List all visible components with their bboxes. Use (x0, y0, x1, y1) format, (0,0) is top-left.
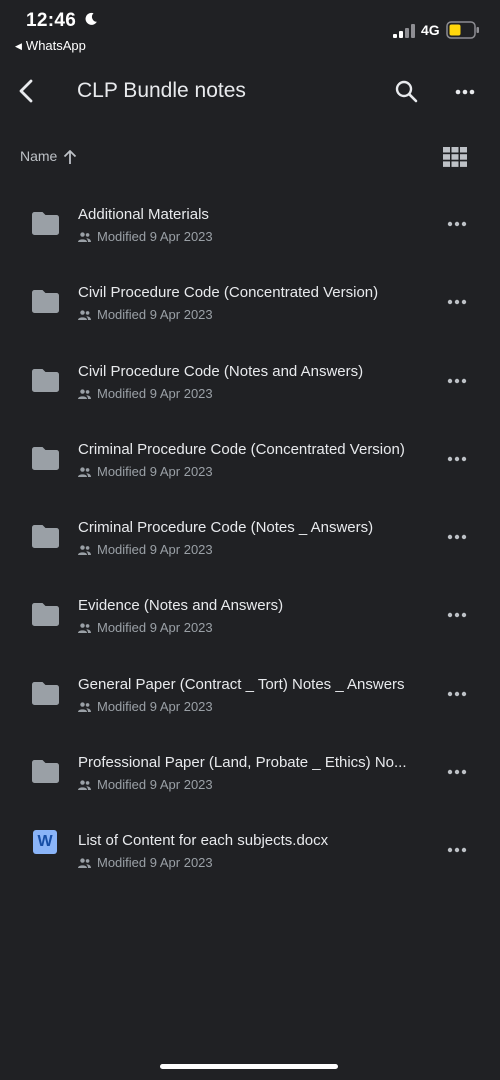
status-bar: 12:46 ◀ WhatsApp 4G (0, 0, 500, 58)
search-icon (395, 80, 418, 103)
folder-row[interactable]: Evidence (Notes and Answers) Modified 9 A… (0, 577, 500, 655)
sort-row: Name (0, 140, 500, 174)
file-modified-date: Modified 9 Apr 2023 (97, 385, 213, 401)
grid-view-button[interactable] (443, 147, 467, 167)
file-name: Criminal Procedure Code (Concentrated Ve… (78, 440, 405, 458)
file-modified-date: Modified 9 Apr 2023 (97, 463, 213, 479)
more-horizontal-icon (447, 378, 467, 383)
file-name: Professional Paper (Land, Probate _ Ethi… (78, 754, 407, 772)
file-modified-date: Modified 9 Apr 2023 (97, 229, 213, 244)
more-horizontal-icon (447, 300, 467, 305)
folder-icon (32, 368, 59, 392)
file-more-button[interactable] (443, 603, 471, 627)
folder-row[interactable]: Criminal Procedure Code (Concentrated Ve… (0, 421, 500, 499)
file-more-button[interactable] (443, 838, 471, 862)
shared-icon (78, 310, 91, 321)
file-name: Criminal Procedure Code (Notes _ Answers… (78, 519, 374, 537)
file-modified-date: Modified 9 Apr 2023 (97, 855, 213, 871)
file-modified-date: Modified 9 Apr 2023 (97, 698, 213, 714)
folder-row[interactable]: Criminal Procedure Code (Notes _ Answers… (0, 499, 500, 577)
file-more-button[interactable] (443, 369, 471, 393)
status-time: 12:46 (26, 10, 77, 31)
file-more-button[interactable] (443, 447, 471, 471)
home-indicator[interactable] (160, 1064, 338, 1069)
back-triangle-icon: ◀ (15, 41, 22, 51)
more-horizontal-icon (447, 691, 467, 696)
folder-row[interactable]: Civil Procedure Code (Notes and Answers)… (0, 343, 500, 421)
shared-icon (78, 545, 91, 556)
file-modified-date: Modified 9 Apr 2023 (97, 307, 213, 323)
folder-row[interactable]: Professional Paper (Land, Probate _ Ethi… (0, 734, 500, 812)
shared-icon (78, 388, 91, 399)
file-name: Civil Procedure Code (Notes and Answers) (78, 362, 364, 380)
shared-icon (78, 467, 91, 477)
grid-view-icon (443, 147, 467, 167)
file-name: List of Content for each subjects.docx (78, 832, 329, 850)
folder-row[interactable]: Additional Materials Modified 9 Apr 2023 (0, 186, 500, 264)
file-name: Evidence (Notes and Answers) (78, 597, 284, 615)
moon-icon (85, 12, 97, 25)
file-name: General Paper (Contract _ Tort) Notes _ … (78, 675, 405, 693)
more-horizontal-icon (447, 221, 467, 227)
more-horizontal-icon (447, 848, 467, 853)
signal-icon (393, 24, 415, 38)
file-more-button[interactable] (443, 525, 471, 549)
battery-icon (446, 21, 479, 39)
folder-icon (32, 212, 59, 235)
shared-icon (78, 702, 91, 712)
file-name: Civil Procedure Code (Concentrated Versi… (78, 284, 379, 302)
file-more-button[interactable] (443, 682, 471, 706)
file-more-button[interactable] (443, 290, 471, 314)
more-horizontal-icon (455, 89, 475, 95)
arrow-up-icon[interactable] (62, 148, 78, 166)
file-modified-date: Modified 9 Apr 2023 (97, 620, 213, 636)
file-modified-date: Modified 9 Apr 2023 (97, 777, 213, 793)
more-horizontal-icon (447, 613, 467, 618)
shared-icon (78, 623, 91, 634)
file-list: Additional Materials Modified 9 Apr 2023 C… (0, 186, 500, 891)
shared-icon (78, 780, 91, 791)
shared-icon (78, 858, 91, 869)
file-row[interactable]: W List of Content for each subjects.docx M… (0, 812, 500, 890)
more-horizontal-icon (447, 456, 467, 462)
folder-icon (32, 525, 59, 549)
shared-icon (78, 232, 91, 242)
file-name: Additional Materials (78, 206, 209, 223)
file-more-button[interactable] (443, 760, 471, 784)
back-to-app-link[interactable]: ◀ WhatsApp (15, 38, 86, 53)
folder-row[interactable]: Civil Procedure Code (Concentrated Versi… (0, 264, 500, 342)
more-options-button[interactable] (448, 75, 482, 109)
folder-icon (32, 760, 59, 784)
file-more-button[interactable] (443, 212, 471, 236)
folder-icon (32, 603, 59, 627)
search-button[interactable] (390, 75, 424, 109)
back-app-label: WhatsApp (25, 38, 86, 53)
folder-row[interactable]: General Paper (Contract _ Tort) Notes _ … (0, 656, 500, 734)
sort-by-name-button[interactable]: Name (20, 148, 57, 164)
network-type: 4G (421, 22, 440, 38)
more-horizontal-icon (447, 534, 467, 540)
back-button[interactable] (10, 74, 44, 108)
word-doc-icon: W (33, 830, 57, 855)
folder-icon (32, 681, 59, 705)
folder-icon (32, 446, 59, 470)
more-horizontal-icon (447, 769, 467, 775)
page-title: CLP Bundle notes (77, 79, 246, 102)
file-modified-date: Modified 9 Apr 2023 (97, 542, 213, 558)
app-bar: CLP Bundle notes (0, 62, 500, 122)
folder-icon (32, 290, 59, 314)
